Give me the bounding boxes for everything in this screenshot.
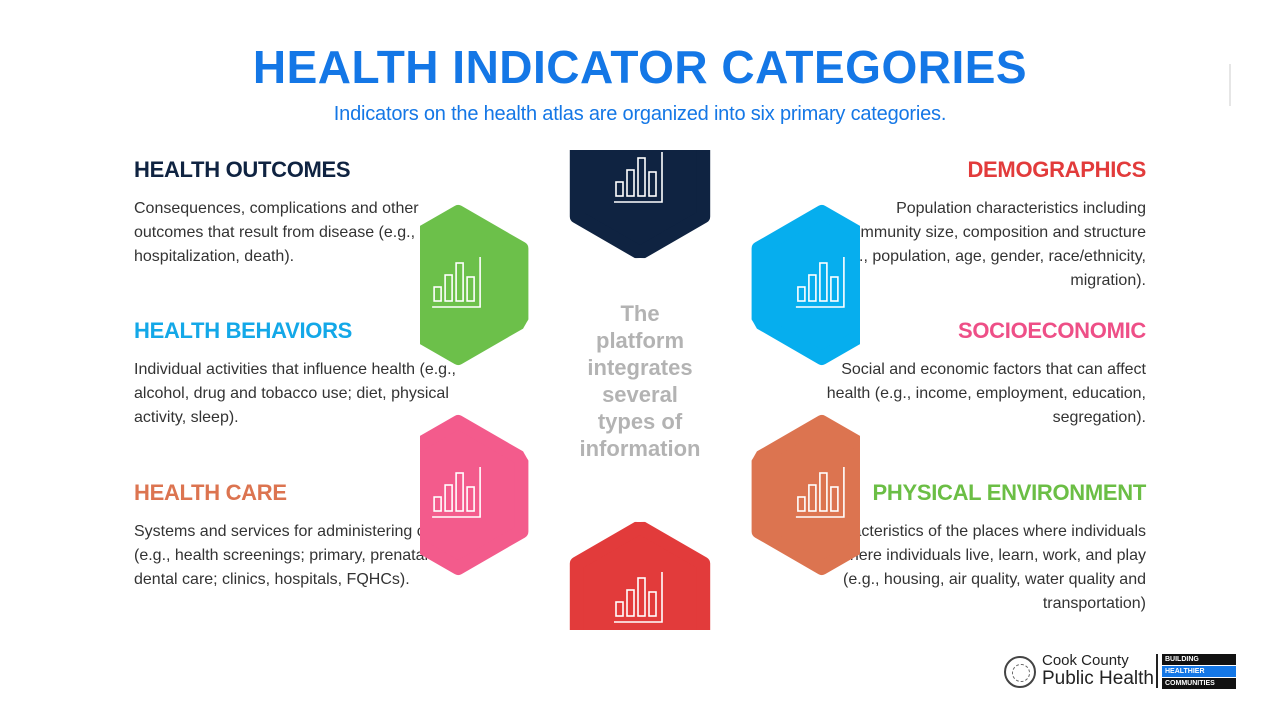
badge-line: HEALTHIER <box>1162 666 1236 677</box>
divider <box>1229 64 1231 106</box>
category-title: DEMOGRAPHICS <box>967 157 1146 182</box>
logo-wordmark: Cook County Public Health <box>1042 652 1154 688</box>
hexagon-upper-left <box>420 205 529 365</box>
category-physical-environment: PHYSICAL ENVIRONMENT Characteristics of … <box>816 480 1146 616</box>
category-socioeconomic: SOCIOECONOMIC Social and economic factor… <box>816 318 1147 430</box>
category-description: Individual activities that influence hea… <box>134 361 456 426</box>
category-health-care: HEALTH CARE Systems and services for adm… <box>134 480 464 592</box>
category-title: HEALTH CARE <box>134 480 287 505</box>
badge-line: COMMUNITIES <box>1162 678 1236 689</box>
category-title: HEALTH OUTCOMES <box>134 157 351 182</box>
category-description: Systems and services for administering c… <box>134 523 460 588</box>
cook-county-logo: Cook County Public Health BUILDING HEALT… <box>1004 652 1236 692</box>
category-title: PHYSICAL ENVIRONMENT <box>872 480 1146 505</box>
county-seal-icon <box>1004 656 1036 688</box>
center-text-line: several <box>602 382 678 407</box>
category-title: HEALTH BEHAVIORS <box>134 318 353 343</box>
category-health-outcomes: HEALTH OUTCOMES Consequences, complicati… <box>134 157 464 269</box>
page-subtitle: Indicators on the health atlas are organ… <box>333 103 947 125</box>
badge-line: BUILDING <box>1162 654 1236 665</box>
center-text-line: The <box>620 301 660 326</box>
category-health-behaviors: HEALTH BEHAVIORS Individual activities t… <box>134 318 464 430</box>
category-description: Population characteristics including com… <box>831 200 1146 289</box>
center-text: The platform integrates several types of… <box>560 300 720 462</box>
category-description: Characteristics of the places where indi… <box>817 523 1146 612</box>
logo-divider <box>1156 654 1158 688</box>
center-text-line: integrates <box>587 355 693 380</box>
category-description: Consequences, complications and other ou… <box>134 200 461 265</box>
logo-line2: Public Health <box>1042 668 1154 689</box>
hexagon-lower-left <box>420 415 529 575</box>
category-description: Social and economic factors that can aff… <box>826 361 1146 426</box>
center-text-line: types of <box>597 409 683 434</box>
page-title: HEALTH INDICATOR CATEGORIES <box>252 41 1028 93</box>
category-title: SOCIOECONOMIC <box>958 318 1146 343</box>
center-text-line: platform <box>596 328 684 353</box>
logo-badge: BUILDING HEALTHIER COMMUNITIES <box>1162 654 1236 690</box>
category-demographics: DEMOGRAPHICS Population characteristics … <box>816 157 1146 293</box>
center-text-line: information <box>579 436 701 461</box>
